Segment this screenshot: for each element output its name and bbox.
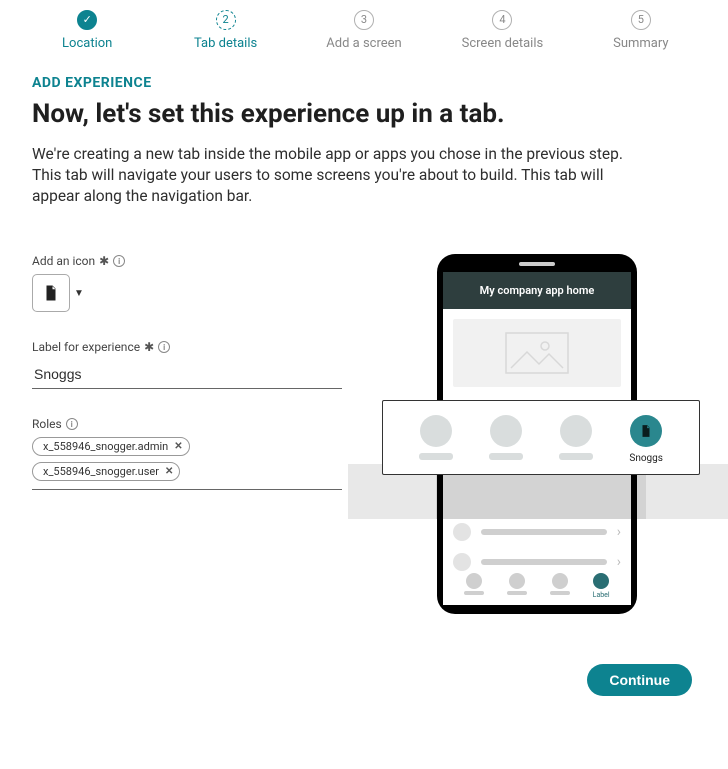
- label-field-label: Label for experience ✱ i: [32, 340, 342, 354]
- required-asterisk: ✱: [99, 254, 109, 268]
- chevron-right-icon: ›: [617, 524, 621, 540]
- step-add-screen[interactable]: 3 Add a screen: [295, 8, 433, 51]
- step-screen-details[interactable]: 4 Screen details: [433, 8, 571, 51]
- section-overline: ADD EXPERIENCE: [32, 75, 668, 91]
- image-placeholder-icon: [453, 319, 621, 387]
- close-icon[interactable]: ✕: [174, 441, 182, 452]
- list-item: ›: [453, 517, 621, 547]
- check-icon: ✓: [77, 10, 97, 30]
- phone-preview: My company app home › › Label: [382, 254, 696, 624]
- roles-chips[interactable]: x_558946_snogger.admin ✕ x_558946_snogge…: [32, 437, 342, 490]
- document-icon: [42, 284, 60, 302]
- icon-field-label: Add an icon ✱ i: [32, 254, 342, 268]
- chevron-down-icon[interactable]: ▼: [74, 288, 84, 299]
- info-icon[interactable]: i: [113, 255, 125, 267]
- close-icon[interactable]: ✕: [165, 466, 173, 477]
- info-icon[interactable]: i: [158, 341, 170, 353]
- step-summary[interactable]: 5 Summary: [572, 8, 710, 51]
- step-tab-details[interactable]: 2 Tab details: [156, 8, 294, 51]
- page-title: Now, let's set this experience up in a t…: [32, 99, 668, 129]
- stepper: ✓ Location 2 Tab details 3 Add a screen …: [0, 0, 728, 51]
- phone-header: My company app home: [443, 272, 631, 309]
- document-icon: [630, 415, 662, 447]
- role-chip: x_558946_snogger.user ✕: [32, 462, 180, 481]
- page-description: We're creating a new tab inside the mobi…: [32, 144, 632, 207]
- phone-notch: [519, 262, 555, 266]
- role-chip: x_558946_snogger.admin ✕: [32, 437, 190, 456]
- phone-nav: Label: [453, 573, 621, 599]
- roles-field-label: Roles i: [32, 417, 342, 431]
- required-asterisk: ✱: [144, 340, 154, 354]
- step-location[interactable]: ✓ Location: [18, 8, 156, 51]
- continue-button[interactable]: Continue: [587, 664, 692, 696]
- tab-preview-floating: Snoggs: [382, 400, 700, 475]
- label-input[interactable]: [32, 360, 342, 389]
- icon-picker-button[interactable]: [32, 274, 70, 312]
- info-icon[interactable]: i: [66, 418, 78, 430]
- chevron-right-icon: ›: [617, 554, 621, 570]
